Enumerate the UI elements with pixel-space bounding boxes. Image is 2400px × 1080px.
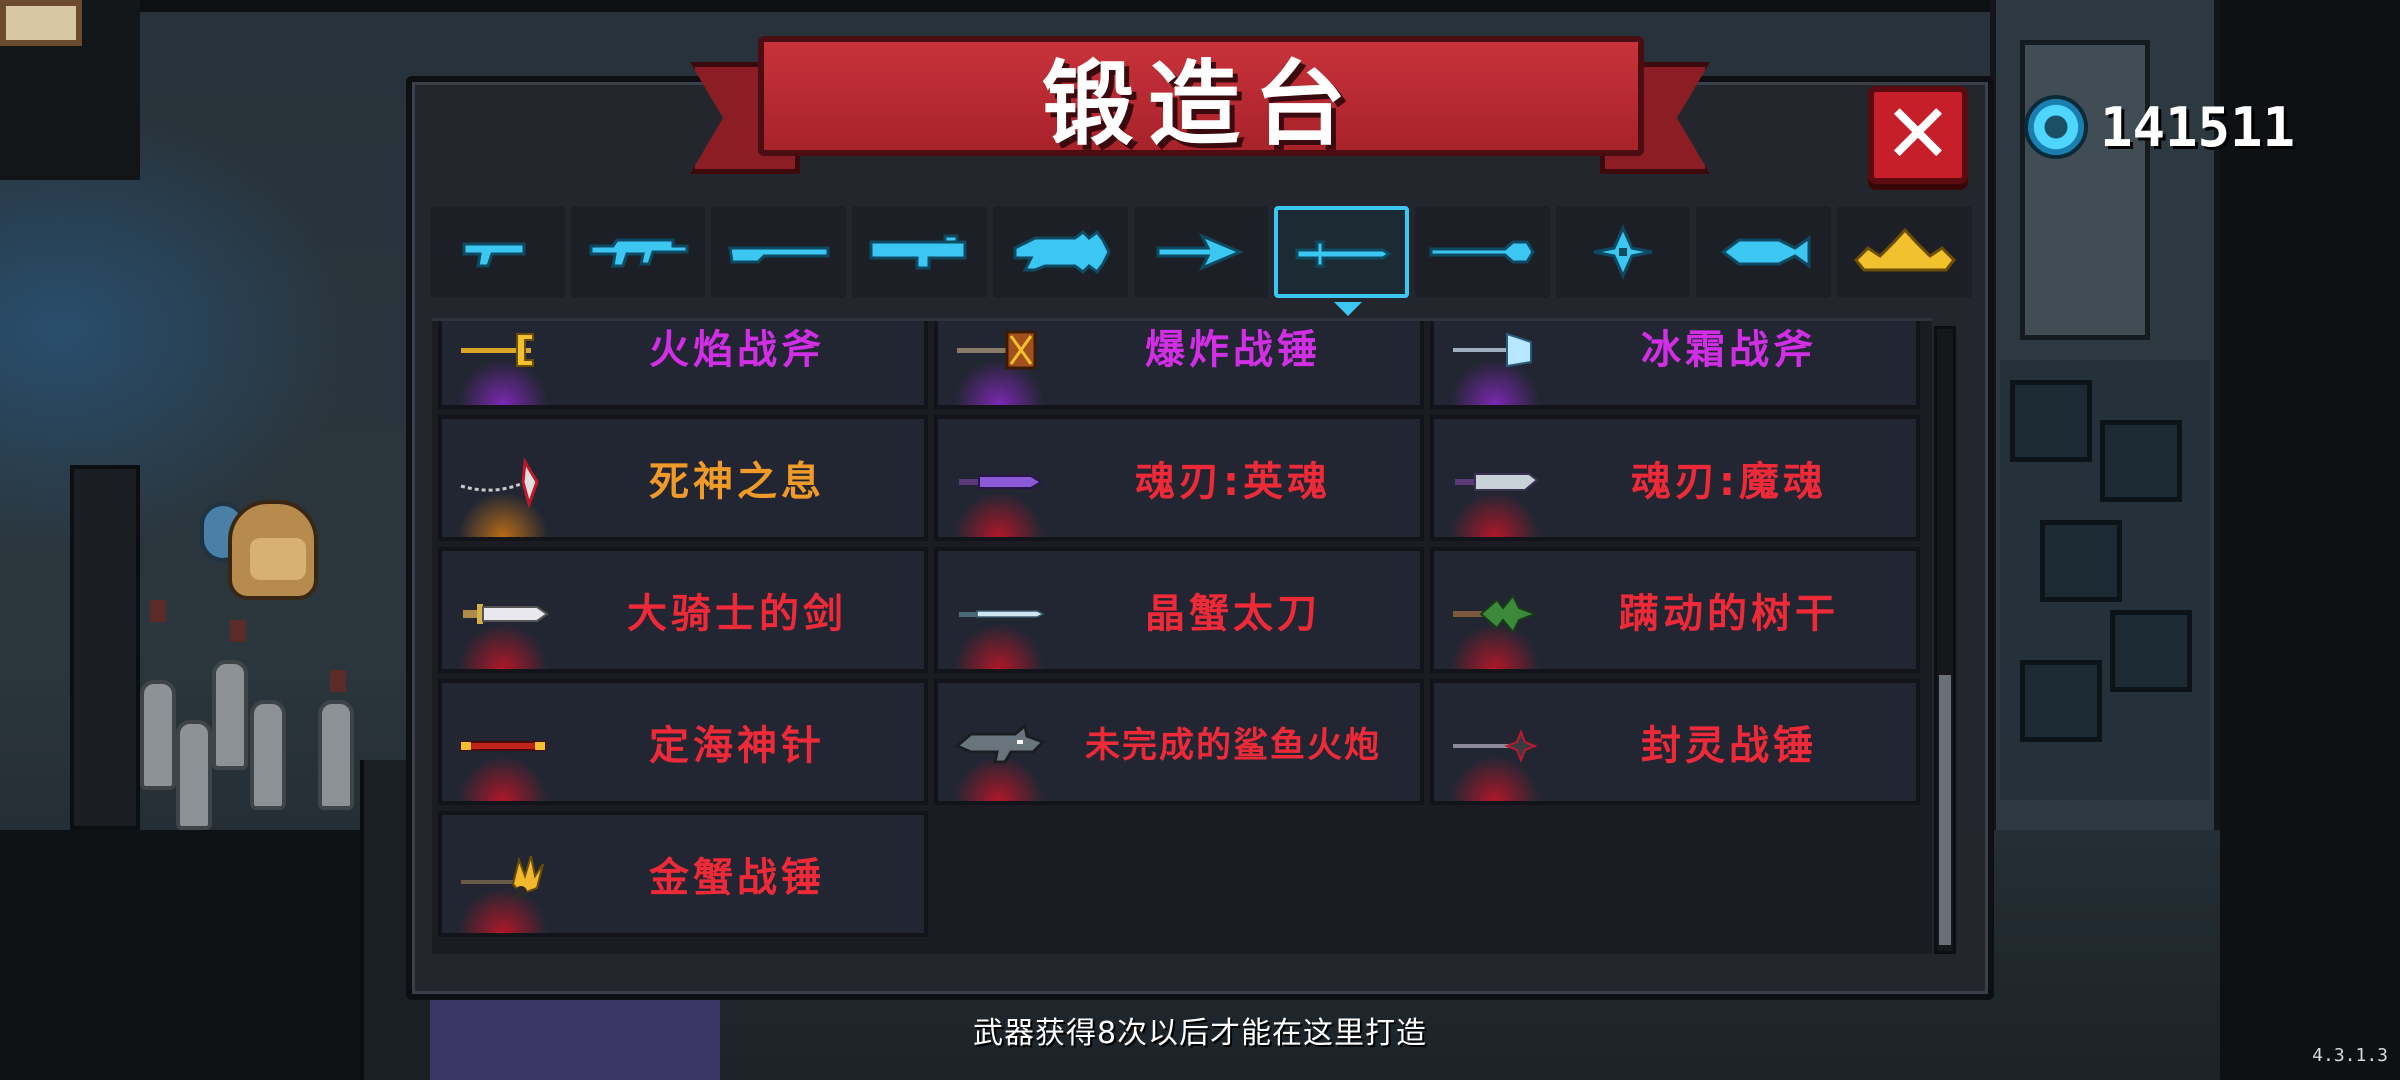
tab-rifle[interactable] [570, 206, 706, 298]
laser-icon [1013, 229, 1111, 275]
weapon-card-soul-blade-demon[interactable]: 魂刃:魔魂 [1430, 415, 1920, 541]
soul-blade-icon [959, 475, 1043, 489]
weapon-card-frost-axe[interactable]: 冰霜战斧 [1430, 321, 1920, 409]
weapon-card-knight-sword[interactable]: 大骑士的剑 [438, 547, 928, 673]
vending-machine [2020, 40, 2150, 340]
scythe-icon [460, 457, 539, 509]
tab-spear[interactable] [1415, 206, 1550, 298]
gem-icon [2024, 95, 2088, 159]
tank-valve [150, 600, 166, 622]
fish-icon [1720, 235, 1811, 269]
page-title: 锻造台 [1041, 49, 1360, 158]
weapon-card-seal-hammer[interactable]: 封灵战锤 [1430, 679, 1920, 805]
gas-tank [250, 700, 286, 810]
crate-stack [2000, 360, 2210, 800]
tree-trunk-icon [1453, 594, 1538, 634]
rifle-icon [589, 238, 689, 268]
crate [2010, 380, 2092, 462]
golden-staff-icon [460, 741, 546, 751]
weapon-card-soul-blade-hero[interactable]: 魂刃:英魂 [934, 415, 1424, 541]
sword-icon [1295, 240, 1392, 268]
seal-hammer-icon [1453, 729, 1538, 763]
spear-icon [1429, 240, 1536, 264]
weapon-category-tabs [430, 206, 1972, 316]
crown-icon [1853, 227, 1956, 272]
scrollbar-thumb[interactable] [1939, 675, 1951, 945]
demon-blade-icon [1455, 473, 1539, 491]
weapon-card-flame-axe[interactable]: 火焰战斧 [438, 321, 928, 409]
weapon-card-death-breath[interactable]: 死神之息 [438, 415, 928, 541]
tank-valve [230, 620, 246, 642]
wall-pillar [70, 465, 140, 830]
gas-tank [318, 700, 354, 810]
tab-pistol[interactable] [430, 206, 565, 298]
weapon-card-golden-staff[interactable]: 定海神针 [438, 679, 928, 805]
crystal-katana-icon [959, 610, 1045, 618]
shark-cannon-icon [954, 723, 1046, 764]
title-banner: 锻造台 [758, 36, 1644, 158]
crate [2100, 420, 2182, 502]
flame-axe-icon [461, 333, 534, 367]
tab-laser[interactable] [992, 206, 1128, 298]
tab-special[interactable] [1837, 206, 1972, 298]
gas-tank [212, 660, 248, 770]
crate [2020, 660, 2102, 742]
close-icon: ✕ [1883, 87, 1953, 182]
crate [2110, 610, 2192, 692]
wall-painting [0, 0, 82, 46]
tab-throwing-star[interactable] [1555, 206, 1691, 298]
crate [2040, 520, 2122, 602]
right-dark-wall [2220, 0, 2400, 1080]
weapon-card-tree-trunk[interactable]: 蹒动的树干 [1430, 547, 1920, 673]
launcher-icon [869, 234, 967, 270]
gem-count: 141511 [2100, 95, 2296, 159]
golden-crab-hammer-icon [461, 855, 544, 898]
forge-hint-text: 武器获得8次以后才能在这里打造 [972, 1016, 1428, 1051]
shotgun-icon [728, 246, 830, 264]
bow-icon [1156, 233, 1244, 271]
tab-sword[interactable] [1274, 206, 1410, 316]
weapon-card-golden-crab-hammer[interactable]: 金蟹战锤 [438, 811, 928, 937]
weapon-card-explosive-hammer[interactable]: 爆炸战锤 [934, 321, 1424, 409]
gem-counter: 141511 [2024, 92, 2295, 162]
frost-axe-icon [1453, 332, 1532, 368]
weapon-card-crystal-katana[interactable]: 晶蟹太刀 [934, 547, 1424, 673]
character-face [250, 538, 306, 580]
tab-launcher[interactable] [852, 206, 987, 298]
gas-tank [176, 720, 212, 830]
gas-tank [140, 680, 176, 790]
weapon-list-scrollbar[interactable] [1934, 326, 1956, 954]
tab-fish[interactable] [1696, 206, 1832, 298]
player-character [200, 490, 330, 610]
shuriken-icon [1593, 224, 1653, 280]
tab-bow[interactable] [1133, 206, 1269, 298]
weapon-card-shark-cannon[interactable]: 未完成的鲨鱼火炮 [934, 679, 1424, 805]
knight-sword-icon [463, 604, 549, 624]
tab-shotgun[interactable] [711, 206, 847, 298]
tank-valve [330, 670, 346, 692]
close-button[interactable]: ✕ [1868, 86, 1968, 184]
pistol-icon [462, 242, 526, 268]
explosive-hammer-icon [957, 330, 1037, 370]
version-label: 4.3.1.3 [2312, 1045, 2388, 1066]
weapon-list: 火焰战斧 爆炸战锤 冰霜战斧 死神之息 魂刃:英魂 魂刃:魔魂 大骑士的剑 晶蟹… [432, 318, 1932, 954]
